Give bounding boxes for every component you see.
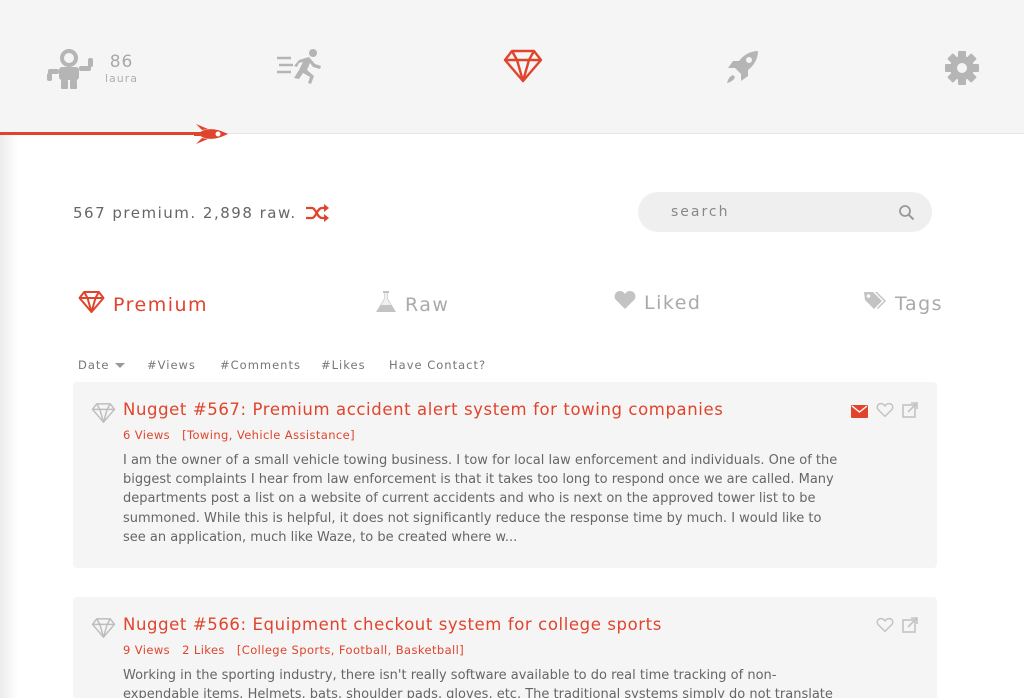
diamond-outline-icon [91, 402, 116, 428]
nugget-counts: 567 premium. 2,898 raw. [73, 204, 329, 222]
tab-label: Tags [895, 292, 944, 315]
progress-rocket-icon [194, 123, 230, 149]
nugget-card: Nugget #567: Premium accident alert syst… [73, 382, 937, 568]
tab-premium[interactable]: Premium [78, 290, 208, 319]
sort-label: #Comments [220, 358, 301, 372]
progress-bar [0, 132, 202, 135]
nugget-body: I am the owner of a small vehicle towing… [123, 453, 838, 545]
search-box [638, 192, 932, 232]
nugget-title[interactable]: Nugget #566: Equipment checkout system f… [123, 615, 662, 634]
nav-premium[interactable] [503, 48, 543, 84]
sort-label: Have Contact? [389, 358, 487, 372]
diamond-icon [503, 48, 543, 84]
top-navigation-bar: 86 laura [0, 0, 1024, 134]
sort-likes[interactable]: #Likes [321, 358, 366, 372]
sort-views[interactable]: #Views [147, 358, 196, 372]
diamond-outline-icon [91, 617, 116, 643]
tab-label: Liked [644, 291, 702, 314]
nugget-views: 9 Views [123, 643, 171, 657]
sort-label: #Views [147, 358, 196, 372]
nugget-likes: 2 Likes [182, 643, 225, 657]
caret-down-icon [114, 362, 125, 368]
nugget-card: Nugget #566: Equipment checkout system f… [73, 597, 937, 698]
sort-comments[interactable]: #Comments [220, 358, 301, 372]
astronaut-icon [45, 48, 97, 90]
tab-tags[interactable]: Tags [863, 290, 943, 317]
external-link-icon[interactable] [902, 402, 918, 422]
nugget-body: Working in the sporting industry, there … [123, 668, 833, 698]
nugget-tags[interactable]: [College Sports, Football, Basketball] [237, 643, 464, 657]
nugget-title[interactable]: Nugget #567: Premium accident alert syst… [123, 400, 723, 419]
counts-text: 567 premium. 2,898 raw. [73, 204, 297, 222]
heart-icon [614, 290, 636, 315]
sort-date[interactable]: Date [78, 358, 125, 372]
nav-launch[interactable] [724, 48, 762, 86]
tab-liked[interactable]: Liked [614, 290, 701, 315]
tab-label: Premium [113, 293, 209, 316]
user-score: 86 [109, 52, 134, 72]
tab-raw[interactable]: Raw [375, 290, 449, 319]
runner-icon [275, 48, 325, 88]
nugget-views: 6 Views [123, 428, 171, 442]
nugget-actions [876, 617, 918, 637]
nav-settings[interactable] [944, 48, 980, 88]
search-icon[interactable] [898, 204, 915, 225]
flask-icon [375, 290, 397, 319]
user-name: laura [105, 72, 139, 85]
nugget-meta: 9 Views 2 Likes [College Sports, Footbal… [123, 643, 472, 657]
nugget-tags[interactable]: [Towing, Vehicle Assistance] [182, 428, 355, 442]
nugget-meta: 6 Views [Towing, Vehicle Assistance] [123, 428, 363, 442]
user-profile-link[interactable]: 86 laura [45, 48, 138, 90]
sort-have-contact[interactable]: Have Contact? [389, 358, 486, 372]
external-link-icon[interactable] [902, 617, 918, 637]
sort-label: Date [78, 358, 110, 372]
tab-label: Raw [405, 293, 450, 316]
nav-activity[interactable] [275, 48, 325, 88]
search-input[interactable] [638, 192, 932, 232]
heart-outline-icon[interactable] [876, 617, 894, 637]
tags-icon [863, 290, 887, 317]
gear-icon [944, 48, 980, 88]
rocket-icon [724, 48, 762, 86]
sort-label: #Likes [321, 358, 366, 372]
shuffle-icon[interactable] [305, 204, 329, 222]
envelope-icon[interactable] [851, 403, 868, 422]
heart-outline-icon[interactable] [876, 402, 894, 422]
diamond-icon [78, 290, 105, 319]
nugget-actions [851, 402, 918, 422]
